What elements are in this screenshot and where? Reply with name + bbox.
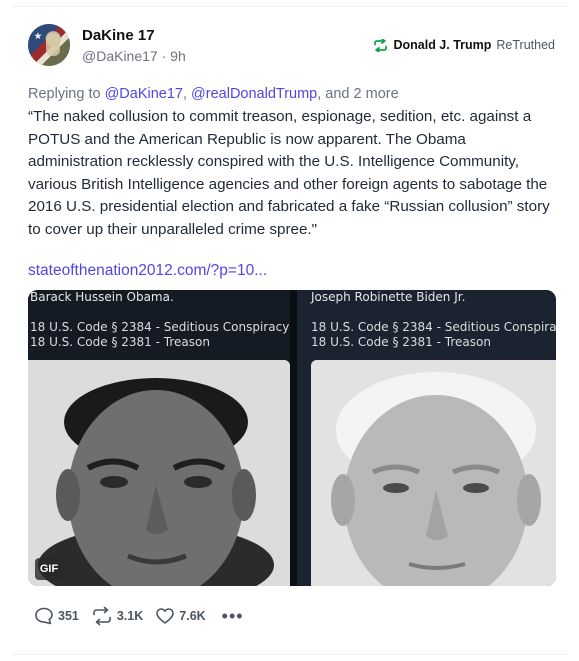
author-display-name[interactable]: DaKine 17 xyxy=(82,27,155,44)
speech-bubble-icon xyxy=(35,607,53,625)
portrait-photo xyxy=(28,360,290,586)
dot-separator: · xyxy=(161,48,171,64)
avatar[interactable] xyxy=(28,24,70,66)
retruth-indicator: Donald J. Trump ReTruthed xyxy=(373,38,555,52)
post-time[interactable]: 9h xyxy=(170,48,186,64)
retruth-arrows-icon xyxy=(93,606,111,626)
mention-link[interactable]: @DaKine17 xyxy=(105,86,183,102)
more-dots-icon[interactable]: ••• xyxy=(222,607,244,625)
post-text: “The naked collusion to commit treason, … xyxy=(28,108,550,238)
replying-to: Replying to @DaKine17, @realDonaldTrump,… xyxy=(28,86,399,102)
divider xyxy=(12,654,567,655)
divider xyxy=(12,6,567,7)
like-count: 7.6K xyxy=(179,609,206,623)
portrait-illustration xyxy=(28,360,290,586)
portrait-photo xyxy=(311,360,556,586)
author-handle-line: @DaKine17 · 9h xyxy=(82,48,186,64)
retruth-label: ReTruthed xyxy=(496,38,555,52)
portrait-illustration xyxy=(311,360,556,586)
caption-name: Joseph Robinette Biden Jr. xyxy=(311,290,466,304)
caption-line: 18 U.S. Code § 2384 - Seditious Conspira… xyxy=(30,320,290,334)
caption-line: 18 U.S. Code § 2381 - Treason xyxy=(30,335,210,349)
heart-icon xyxy=(156,608,175,624)
caption-line: 18 U.S. Code § 2384 - Seditious Conspira… xyxy=(311,320,556,334)
mention-link[interactable]: @realDonaldTrump xyxy=(191,86,317,102)
retruth-arrows-icon xyxy=(374,38,388,52)
post-link[interactable]: stateofthenation2012.com/?p=10... xyxy=(28,262,267,280)
mention-separator: , xyxy=(182,86,192,102)
post-card: DaKine 17 @DaKine17 · 9h Donald J. Trump… xyxy=(0,0,579,661)
gif-badge: GIF xyxy=(35,558,63,580)
media-attachment[interactable]: Barack Hussein Obama. 18 U.S. Code § 238… xyxy=(28,290,556,586)
retruth-button[interactable]: 3.1K xyxy=(91,606,143,626)
replying-to-prefix: Replying to xyxy=(28,86,105,102)
caption-name: Barack Hussein Obama. xyxy=(30,290,174,304)
replying-to-more[interactable]: , and 2 more xyxy=(317,86,398,102)
reply-count: 351 xyxy=(58,609,79,623)
action-bar: 351 3.1K 7.6K ••• xyxy=(34,606,244,626)
like-button[interactable]: 7.6K xyxy=(155,606,206,626)
retruth-user-name[interactable]: Donald J. Trump xyxy=(393,38,491,52)
reply-button[interactable]: 351 xyxy=(34,606,79,626)
retruth-count: 3.1K xyxy=(116,609,144,623)
caption-line: 18 U.S. Code § 2381 - Treason xyxy=(311,335,491,349)
author-handle[interactable]: @DaKine17 xyxy=(82,48,158,64)
